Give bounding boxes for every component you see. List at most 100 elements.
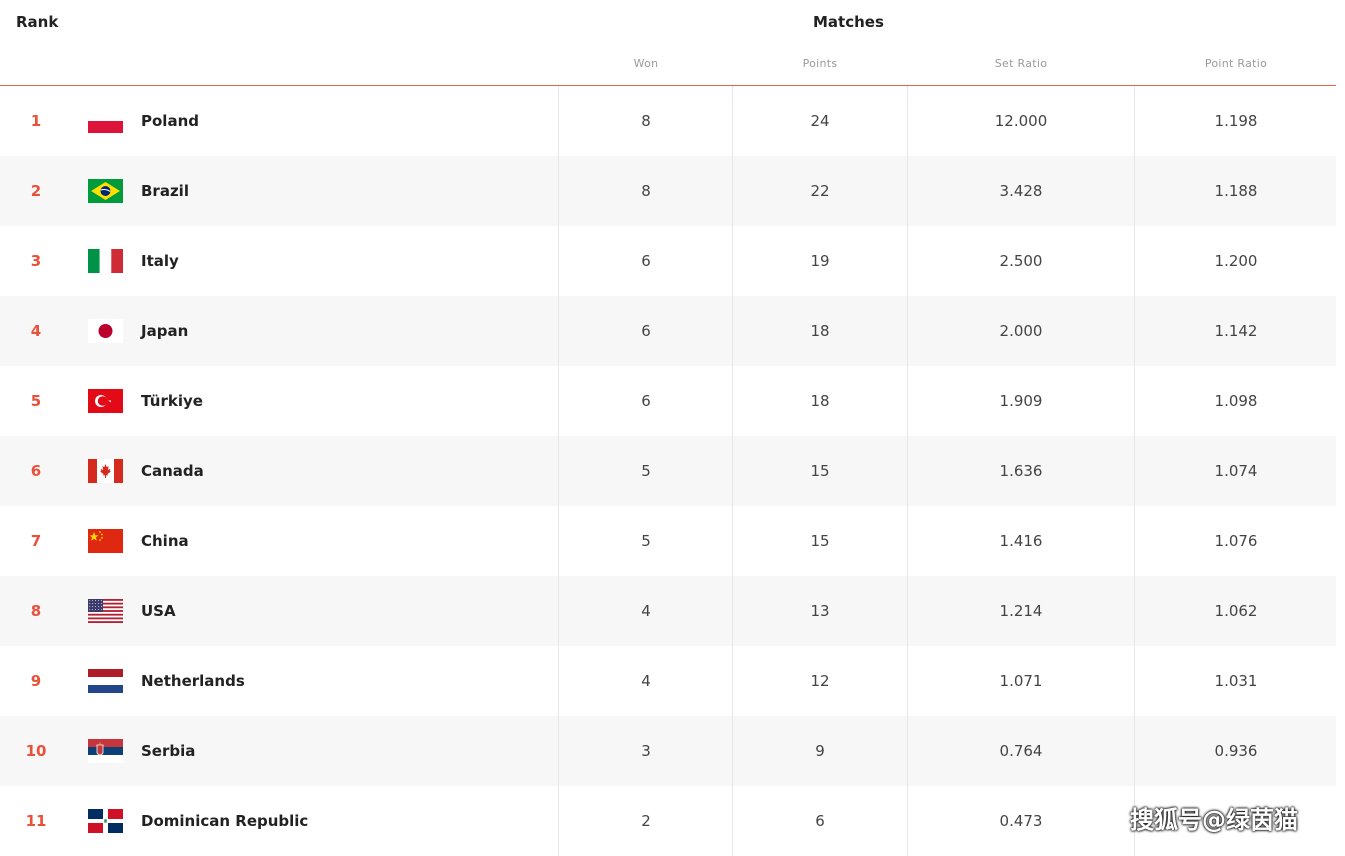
point-ratio-value: 1.074	[1214, 462, 1258, 480]
country-name[interactable]: Poland	[141, 86, 199, 156]
column-divider	[558, 646, 559, 716]
table-row[interactable]: 10 Serbia 3 9 0.764 0.936	[0, 716, 1336, 786]
points-value: 19	[810, 252, 830, 270]
column-divider	[907, 436, 908, 506]
column-divider	[732, 296, 733, 366]
rank-header[interactable]: Rank	[16, 13, 58, 31]
japan-flag-icon	[88, 319, 123, 343]
won-value: 6	[641, 252, 651, 270]
country-name[interactable]: China	[141, 506, 189, 576]
points-value: 24	[810, 112, 830, 130]
column-divider	[907, 786, 908, 856]
table-row[interactable]: 9 Netherlands 4 12 1.071 1.031	[0, 646, 1336, 716]
table-row[interactable]: 1 Poland 8 24 12.000 1.198	[0, 86, 1336, 156]
matches-header[interactable]: Matches	[813, 13, 884, 31]
column-divider	[558, 436, 559, 506]
column-divider	[1134, 436, 1135, 506]
points-value: 15	[810, 532, 830, 550]
canada-flag-icon	[88, 459, 123, 483]
point-ratio-column-header[interactable]: Point Ratio	[1205, 57, 1267, 70]
column-divider	[732, 156, 733, 226]
column-divider	[907, 86, 908, 156]
country-name[interactable]: Serbia	[141, 716, 195, 786]
set-ratio-value: 1.636	[999, 462, 1043, 480]
rank-value: 6	[30, 462, 42, 480]
column-divider	[732, 366, 733, 436]
point-ratio-value: 1.031	[1214, 672, 1258, 690]
points-value: 15	[810, 462, 830, 480]
poland-flag-icon	[88, 109, 123, 133]
standings-table-body: 1 Poland 8 24 12.000 1.198 2 Brazil 8 22 3.428 1.18…	[0, 86, 1336, 856]
country-name[interactable]: Türkiye	[141, 366, 203, 436]
column-divider	[558, 716, 559, 786]
column-divider	[1134, 646, 1135, 716]
set-ratio-value: 2.000	[999, 322, 1043, 340]
point-ratio-value: 1.076	[1214, 532, 1258, 550]
column-divider	[907, 226, 908, 296]
rank-value: 11	[25, 812, 47, 830]
rank-value: 3	[30, 252, 42, 270]
table-row[interactable]: 6 Canada 5 15 1.636 1.074	[0, 436, 1336, 506]
column-divider	[907, 296, 908, 366]
table-row[interactable]: 8 USA 4 13 1.214 1.062	[0, 576, 1336, 646]
column-divider	[732, 86, 733, 156]
point-ratio-value: 1.098	[1214, 392, 1258, 410]
points-column-header[interactable]: Points	[803, 57, 838, 70]
won-value: 6	[641, 322, 651, 340]
set-ratio-column-header[interactable]: Set Ratio	[995, 57, 1048, 70]
column-divider	[732, 576, 733, 646]
column-divider	[732, 646, 733, 716]
column-divider	[1134, 506, 1135, 576]
column-divider	[558, 156, 559, 226]
table-row[interactable]: 5 Türkiye 6 18 1.909 1.098	[0, 366, 1336, 436]
column-divider	[907, 646, 908, 716]
point-ratio-value: 1.200	[1214, 252, 1258, 270]
watermark: 搜狐号@绿茵猫	[1130, 806, 1298, 834]
points-value: 9	[815, 742, 825, 760]
country-name[interactable]: Dominican Republic	[141, 786, 308, 856]
country-name[interactable]: USA	[141, 576, 176, 646]
country-name[interactable]: Japan	[141, 296, 188, 366]
italy-flag-icon	[88, 249, 123, 273]
rank-value: 10	[25, 742, 47, 760]
set-ratio-value: 2.500	[999, 252, 1043, 270]
rank-value: 2	[30, 182, 42, 200]
column-divider	[1134, 716, 1135, 786]
point-ratio-value: 1.188	[1214, 182, 1258, 200]
country-name[interactable]: Netherlands	[141, 646, 245, 716]
won-column-header[interactable]: Won	[634, 57, 659, 70]
table-row[interactable]: 3 Italy 6 19 2.500 1.200	[0, 226, 1336, 296]
country-name[interactable]: Brazil	[141, 156, 189, 226]
table-row[interactable]: 7 China 5 15 1.416 1.076	[0, 506, 1336, 576]
set-ratio-value: 1.214	[999, 602, 1043, 620]
country-name[interactable]: Italy	[141, 226, 179, 296]
brazil-flag-icon	[88, 179, 123, 203]
set-ratio-value: 3.428	[999, 182, 1043, 200]
column-divider	[558, 366, 559, 436]
column-divider	[907, 156, 908, 226]
table-header: Rank Matches Won Points Set Ratio Point …	[0, 0, 1336, 86]
column-divider	[558, 786, 559, 856]
table-row[interactable]: 2 Brazil 8 22 3.428 1.188	[0, 156, 1336, 226]
column-divider	[1134, 366, 1135, 436]
column-divider	[558, 506, 559, 576]
point-ratio-value: 0.936	[1214, 742, 1258, 760]
set-ratio-value: 0.473	[999, 812, 1043, 830]
points-value: 6	[815, 812, 825, 830]
set-ratio-value: 0.764	[999, 742, 1043, 760]
won-value: 6	[641, 392, 651, 410]
won-value: 4	[641, 602, 651, 620]
serbia-flag-icon	[88, 739, 123, 763]
column-divider	[732, 716, 733, 786]
rank-value: 8	[30, 602, 42, 620]
rank-value: 9	[30, 672, 42, 690]
point-ratio-value: 1.062	[1214, 602, 1258, 620]
column-divider	[732, 506, 733, 576]
set-ratio-value: 1.071	[999, 672, 1043, 690]
won-value: 3	[641, 742, 651, 760]
country-name[interactable]: Canada	[141, 436, 204, 506]
rank-value: 1	[30, 112, 42, 130]
won-value: 2	[641, 812, 651, 830]
rank-value: 5	[30, 392, 42, 410]
table-row[interactable]: 4 Japan 6 18 2.000 1.142	[0, 296, 1336, 366]
